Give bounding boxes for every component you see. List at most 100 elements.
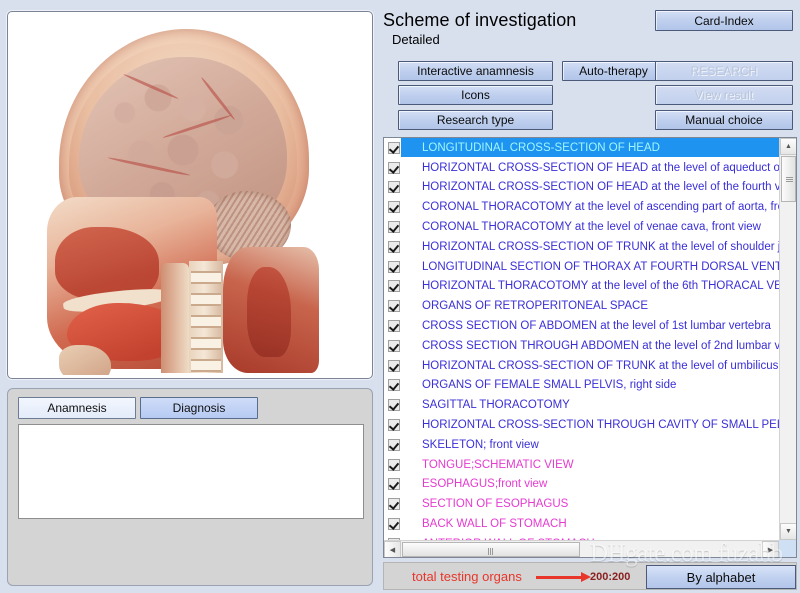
checkbox-checked-icon[interactable] — [388, 360, 400, 372]
checkbox-checked-icon[interactable] — [388, 419, 400, 431]
scroll-down-button[interactable]: ▼ — [780, 523, 797, 540]
list-item[interactable]: SECTION OF ESOPHAGUS — [384, 494, 779, 514]
list-item[interactable]: SKELETON; front view — [384, 435, 779, 455]
list-item-label: CROSS SECTION THROUGH ABDOMEN at the lev… — [420, 340, 779, 352]
auto-therapy-button[interactable]: Auto-therapy — [562, 61, 665, 81]
list-item-label: SECTION OF ESOPHAGUS — [420, 498, 570, 510]
checkbox-checked-icon[interactable] — [388, 300, 400, 312]
vertebra-shape — [191, 293, 221, 306]
scroll-left-button[interactable]: ◀ — [384, 541, 401, 558]
list-item-label: CROSS SECTION OF ABDOMEN at the level of… — [420, 320, 773, 332]
list-item-label: HORIZONTAL CROSS-SECTION THROUGH CAVITY … — [420, 419, 779, 431]
total-testing-organs-value: 200:200 — [590, 571, 630, 583]
page-subtitle: Detailed — [392, 32, 440, 47]
vertebra-shape — [191, 359, 221, 372]
list-item[interactable]: SAGITTAL THORACOTOMY — [384, 395, 779, 415]
list-item-label: SAGITTAL THORACOTOMY — [420, 399, 572, 411]
tab-diagnosis[interactable]: Diagnosis — [140, 397, 258, 419]
organ-list[interactable]: LONGITUDINAL CROSS-SECTION OF HEAD HORIZO… — [384, 138, 779, 540]
list-item[interactable]: ESOPHAGUS;front view — [384, 475, 779, 495]
interactive-anamnesis-button[interactable]: Interactive anamnesis — [398, 61, 553, 81]
checkbox-checked-icon[interactable] — [388, 241, 400, 253]
list-item[interactable]: TONGUE;SCHEMATIC VIEW — [384, 455, 779, 475]
vertebra-shape — [191, 271, 221, 284]
left-column: Anamnesis Diagnosis — [0, 0, 380, 593]
page-title: Scheme of investigation — [383, 10, 576, 31]
list-item-label: SKELETON; front view — [420, 439, 541, 451]
total-testing-organs-label: total testing organs — [412, 569, 522, 584]
anatomy-image-panel[interactable] — [7, 11, 373, 379]
list-item-label: ANTERIOR WALL OF STOMACH — [420, 538, 597, 540]
list-item-label: TONGUE;SCHEMATIC VIEW — [420, 459, 576, 471]
checkbox-checked-icon[interactable] — [388, 181, 400, 193]
list-item[interactable]: HORIZONTAL CROSS-SECTION OF TRUNK at the… — [384, 237, 779, 257]
checkbox-checked-icon[interactable] — [388, 201, 400, 213]
checkbox-checked-icon[interactable] — [388, 280, 400, 292]
notes-textarea[interactable] — [18, 424, 364, 519]
list-item[interactable]: HORIZONTAL CROSS-SECTION THROUGH CAVITY … — [384, 415, 779, 435]
list-item[interactable]: HORIZONTAL THORACOTOMY at the level of t… — [384, 277, 779, 297]
checkbox-checked-icon[interactable] — [388, 221, 400, 233]
organ-list-box[interactable]: LONGITUDINAL CROSS-SECTION OF HEAD HORIZO… — [383, 137, 797, 558]
horizontal-scroll-thumb[interactable] — [402, 542, 580, 557]
checkbox-checked-icon[interactable] — [388, 399, 400, 411]
scroll-right-button[interactable]: ▶ — [762, 541, 779, 558]
checkbox-checked-icon[interactable] — [388, 320, 400, 332]
list-horizontal-scrollbar[interactable]: ◀ ▶ — [384, 540, 779, 557]
list-item[interactable]: BACK WALL OF STOMACH — [384, 514, 779, 534]
notes-panel: Anamnesis Diagnosis — [7, 388, 373, 586]
checkbox-checked-icon[interactable] — [388, 162, 400, 174]
neck-muscle-shape — [247, 267, 291, 357]
research-button: RESEARCH — [655, 61, 793, 81]
list-item[interactable]: HORIZONTAL CROSS-SECTION OF HEAD at the … — [384, 178, 779, 198]
checkbox-checked-icon[interactable] — [388, 379, 400, 391]
checkbox-checked-icon[interactable] — [388, 478, 400, 490]
vertical-scroll-thumb[interactable] — [781, 156, 796, 202]
list-item[interactable]: LONGITUDINAL CROSS-SECTION OF HEAD — [384, 138, 779, 158]
list-item[interactable]: LONGITUDINAL SECTION OF THORAX AT FOURTH… — [384, 257, 779, 277]
card-index-button[interactable]: Card-Index — [655, 10, 793, 31]
list-item-label: HORIZONTAL CROSS-SECTION OF HEAD at the … — [420, 162, 779, 174]
research-type-button[interactable]: Research type — [398, 110, 553, 130]
scroll-up-button[interactable]: ▲ — [780, 138, 797, 155]
manual-choice-button[interactable]: Manual choice — [655, 110, 793, 130]
scrollbar-corner — [779, 540, 796, 557]
list-item-label: HORIZONTAL CROSS-SECTION OF TRUNK at the… — [420, 241, 779, 253]
vertebra-shape — [191, 315, 221, 328]
list-item[interactable]: CROSS SECTION THROUGH ABDOMEN at the lev… — [384, 336, 779, 356]
arrow-icon — [536, 576, 582, 579]
list-item[interactable]: CORONAL THORACOTOMY at the level of vena… — [384, 217, 779, 237]
status-bar: total testing organs 200:200 By alphabet — [383, 562, 797, 590]
checkbox-checked-icon[interactable] — [388, 340, 400, 352]
list-item[interactable]: ORGANS OF RETROPERITONEAL SPACE — [384, 296, 779, 316]
list-item[interactable]: ORGANS OF FEMALE SMALL PELVIS, right sid… — [384, 376, 779, 396]
by-alphabet-button[interactable]: By alphabet — [646, 565, 796, 589]
list-item-label: CORONAL THORACOTOMY at the level of asce… — [420, 201, 779, 213]
list-item[interactable]: CORONAL THORACOTOMY at the level of asce… — [384, 197, 779, 217]
right-column: Scheme of investigation Detailed Card-In… — [380, 0, 800, 593]
icons-button[interactable]: Icons — [398, 85, 553, 105]
list-item-label: ORGANS OF FEMALE SMALL PELVIS, right sid… — [420, 379, 678, 391]
list-vertical-scrollbar[interactable]: ▲ ▼ — [779, 138, 796, 540]
list-item-label: LONGITUDINAL SECTION OF THORAX AT FOURTH… — [420, 261, 779, 273]
list-item[interactable]: CROSS SECTION OF ABDOMEN at the level of… — [384, 316, 779, 336]
checkbox-checked-icon[interactable] — [388, 439, 400, 451]
vertebra-shape — [191, 337, 221, 350]
checkbox-checked-icon[interactable] — [388, 142, 400, 154]
list-item-label: HORIZONTAL CROSS-SECTION OF TRUNK at the… — [420, 360, 779, 372]
list-item-label: CORONAL THORACOTOMY at the level of vena… — [420, 221, 763, 233]
checkbox-checked-icon[interactable] — [388, 498, 400, 510]
checkbox-checked-icon[interactable] — [388, 459, 400, 471]
list-item-label: BACK WALL OF STOMACH — [420, 518, 569, 530]
checkbox-checked-icon[interactable] — [388, 261, 400, 273]
tab-anamnesis[interactable]: Anamnesis — [18, 397, 136, 419]
checkbox-checked-icon[interactable] — [388, 538, 400, 540]
list-item-label: ORGANS OF RETROPERITONEAL SPACE — [420, 300, 650, 312]
view-result-button: View result — [655, 85, 793, 105]
list-item-label: HORIZONTAL CROSS-SECTION OF HEAD at the … — [420, 181, 779, 193]
pharynx-shape — [161, 263, 189, 373]
list-item[interactable]: HORIZONTAL CROSS-SECTION OF TRUNK at the… — [384, 356, 779, 376]
notes-tabstrip: Anamnesis Diagnosis — [18, 397, 258, 419]
checkbox-checked-icon[interactable] — [388, 518, 400, 530]
list-item[interactable]: HORIZONTAL CROSS-SECTION OF HEAD at the … — [384, 158, 779, 178]
